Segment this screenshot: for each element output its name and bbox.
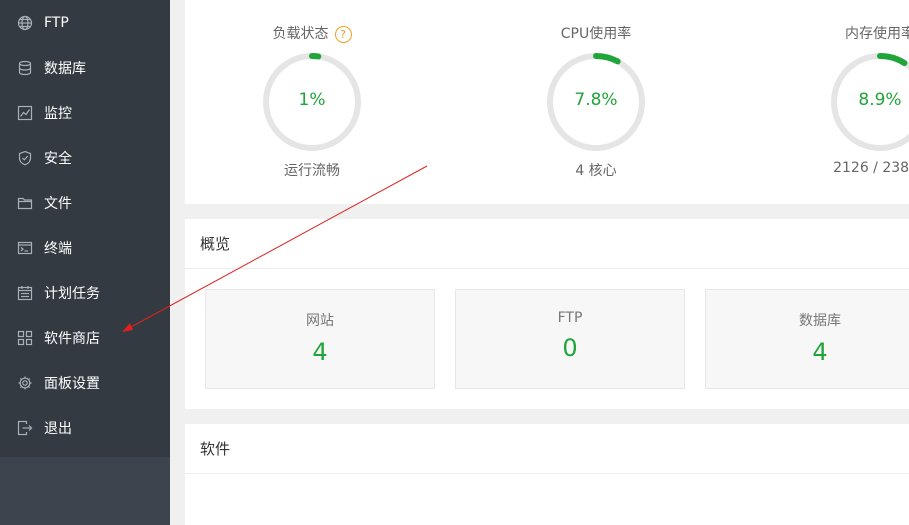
load-gauge[interactable]: 负载状态 ? 1% 运行流畅 xyxy=(232,22,392,180)
gauge-subtitle: 运行流畅 xyxy=(284,163,340,179)
gauge-ring: 8.9% xyxy=(828,50,909,154)
software-panel: 软件 xyxy=(185,424,909,525)
stat-value[interactable]: 4 xyxy=(706,338,909,366)
status-panel: 负载状态 ? 1% 运行流畅 CPU使用率 7.8% 4 核心 内存使用率 8.… xyxy=(185,0,909,204)
sidebar-item-label: 退出 xyxy=(44,420,72,437)
logout-icon xyxy=(17,420,33,436)
sidebar-item-settings[interactable]: 面板设置 xyxy=(0,360,170,405)
software-title: 软件 xyxy=(185,424,909,474)
sidebar-item-cron[interactable]: 计划任务 xyxy=(0,270,170,315)
stat-value[interactable]: 0 xyxy=(456,334,684,362)
monitor-chart-icon xyxy=(17,105,33,121)
overview-panel: 概览 网站 4 FTP 0 数据库 4 xyxy=(185,219,909,409)
sidebar-item-label: 数据库 xyxy=(44,60,86,77)
sidebar-item-monitor[interactable]: 监控 xyxy=(0,90,170,135)
gauge-subtitle: 2126 / 23872 xyxy=(833,160,909,176)
folder-icon xyxy=(17,195,33,211)
gauge-title: CPU使用率 xyxy=(560,26,632,42)
grid-icon xyxy=(17,330,33,346)
memory-gauge[interactable]: 内存使用率 8.9% 2126 / 23872 xyxy=(800,22,909,176)
sidebar-item-store[interactable]: 软件商店 xyxy=(0,315,170,360)
stat-websites[interactable]: 网站 4 xyxy=(205,289,435,389)
sidebar-item-ftp[interactable]: FTP xyxy=(0,0,170,45)
database-icon xyxy=(17,60,33,76)
sidebar-item-label: 软件商店 xyxy=(44,330,100,347)
sidebar-item-label: 面板设置 xyxy=(44,375,100,392)
stat-ftp[interactable]: FTP 0 xyxy=(455,289,685,389)
overview-title: 概览 xyxy=(185,219,909,269)
sidebar-item-label: 监控 xyxy=(44,105,72,122)
gauge-value: 8.9% xyxy=(858,90,902,110)
sidebar-item-label: 安全 xyxy=(44,150,72,167)
sidebar-menu: FTP 数据库 监控 安全 文件 终端 计划任务 软件商店 面板设置 退出 xyxy=(0,0,170,457)
sidebar: FTP 数据库 监控 安全 文件 终端 计划任务 软件商店 面板设置 退出 xyxy=(0,0,170,525)
gauge-value: 7.8% xyxy=(574,90,618,110)
sidebar-item-terminal[interactable]: 终端 xyxy=(0,225,170,270)
gauge-title: 负载状态 xyxy=(272,26,329,42)
calendar-icon xyxy=(17,285,33,301)
gauge-ring: 1% xyxy=(260,50,364,154)
gauge-title: 内存使用率 xyxy=(845,26,909,42)
terminal-icon xyxy=(17,240,33,256)
sidebar-item-label: FTP xyxy=(44,14,69,31)
sidebar-item-files[interactable]: 文件 xyxy=(0,180,170,225)
main-content: 负载状态 ? 1% 运行流畅 CPU使用率 7.8% 4 核心 内存使用率 8.… xyxy=(170,0,909,525)
stat-label: 网站 xyxy=(306,313,334,329)
globe-icon xyxy=(17,15,33,31)
stat-label: 数据库 xyxy=(799,313,841,329)
sidebar-item-database[interactable]: 数据库 xyxy=(0,45,170,90)
gauge-ring: 7.8% xyxy=(544,50,648,154)
sidebar-item-logout[interactable]: 退出 xyxy=(0,405,170,450)
help-icon[interactable]: ? xyxy=(334,25,352,43)
stat-value[interactable]: 4 xyxy=(206,338,434,366)
gauge-subtitle: 4 核心 xyxy=(575,163,617,179)
sidebar-item-security[interactable]: 安全 xyxy=(0,135,170,180)
sidebar-item-label: 文件 xyxy=(44,195,72,212)
cpu-gauge[interactable]: CPU使用率 7.8% 4 核心 xyxy=(516,22,676,180)
sidebar-item-label: 终端 xyxy=(44,240,72,257)
gear-icon xyxy=(17,375,33,391)
shield-icon xyxy=(17,150,33,166)
stat-label: FTP xyxy=(557,310,583,326)
stat-databases[interactable]: 数据库 4 xyxy=(705,289,909,389)
gauge-value: 1% xyxy=(298,90,326,110)
sidebar-item-label: 计划任务 xyxy=(44,285,100,302)
